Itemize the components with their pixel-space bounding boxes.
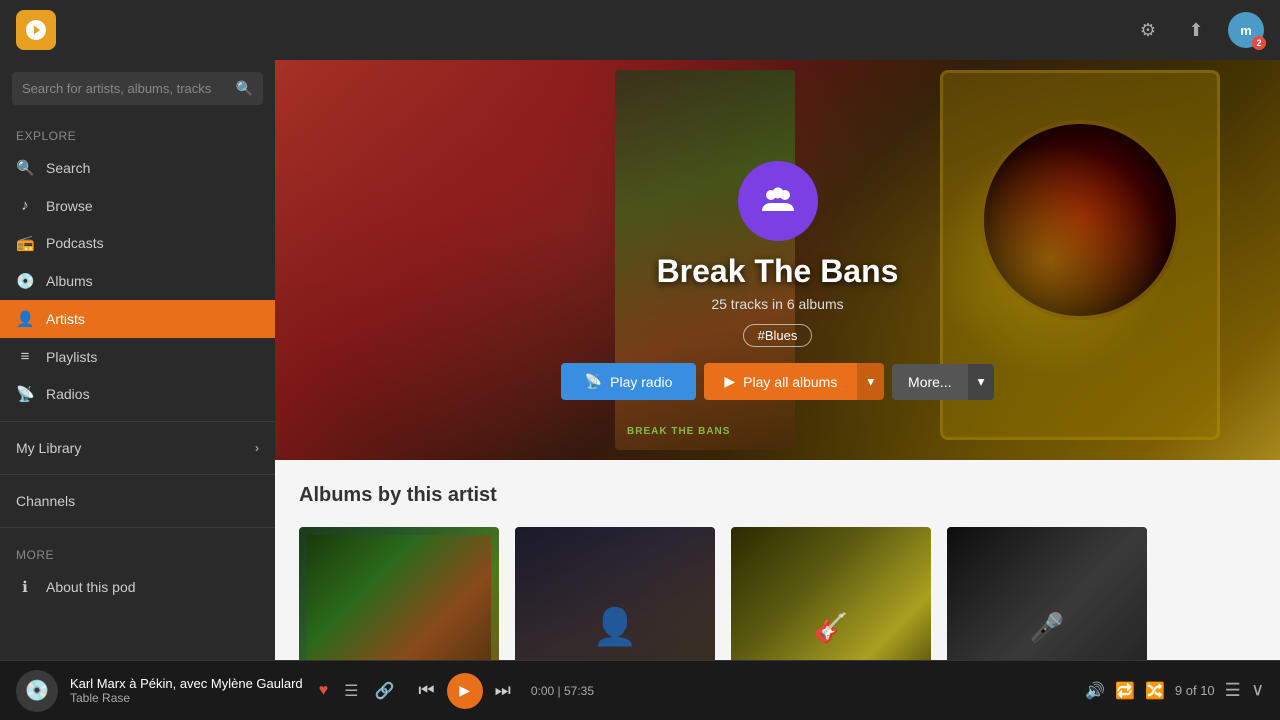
album-art-4: 🎤 bbox=[947, 527, 1147, 660]
search-input[interactable] bbox=[22, 81, 228, 96]
sidebar-item-label: Search bbox=[46, 160, 90, 176]
repeat-button[interactable]: 🔁 bbox=[1115, 681, 1135, 701]
sidebar-item-albums[interactable]: 💿 Albums bbox=[0, 262, 275, 300]
next-button[interactable]: ⏭ bbox=[495, 680, 511, 701]
radios-icon: 📡 bbox=[16, 385, 34, 403]
artist-name: Break The Bans bbox=[528, 253, 1028, 290]
volume-button[interactable]: 🔊 bbox=[1085, 681, 1105, 701]
album-art-1: BREAK THE BANS bbox=[299, 527, 499, 660]
albums-grid: BREAK THE BANS ▶ 👤 ▶ bbox=[299, 527, 1256, 660]
hero-actions: 📡 Play radio ▶ Play all albums ▾ More...… bbox=[528, 363, 1028, 400]
expand-player-button[interactable]: ∧ bbox=[1251, 680, 1264, 701]
sidebar-divider-3 bbox=[0, 527, 275, 528]
sidebar-item-about[interactable]: ℹ About this pod bbox=[0, 568, 275, 606]
user-avatar[interactable]: m 2 bbox=[1228, 12, 1264, 48]
albums-section: Albums by this artist BREAK THE BANS ▶ bbox=[275, 460, 1280, 660]
search-box: 🔍 bbox=[12, 72, 263, 105]
album-card[interactable]: 🎤 ▶ bbox=[947, 527, 1147, 660]
search-nav-icon: 🔍 bbox=[16, 159, 34, 177]
play-pause-button[interactable]: ▶ bbox=[447, 673, 483, 709]
album-card[interactable]: 🎸 ▶ bbox=[731, 527, 931, 660]
more-section-label: More bbox=[0, 536, 275, 568]
play-radio-button[interactable]: 📡 Play radio bbox=[561, 363, 697, 400]
sidebar-item-radios[interactable]: 📡 Radios bbox=[0, 375, 275, 413]
album-thumb-3: 🎸 ▶ bbox=[731, 527, 931, 660]
sidebar-divider-2 bbox=[0, 474, 275, 475]
app-logo[interactable] bbox=[16, 10, 56, 50]
albums-icon: 💿 bbox=[16, 272, 34, 290]
album-card[interactable]: BREAK THE BANS ▶ bbox=[299, 527, 499, 660]
album-thumb-2: 👤 ▶ bbox=[515, 527, 715, 660]
search-icon[interactable]: 🔍 bbox=[236, 80, 253, 97]
shuffle-button[interactable]: 🔀 bbox=[1145, 681, 1165, 701]
favorite-button[interactable]: ♥ bbox=[315, 678, 333, 704]
player-right-controls: 🔊 🔁 🔀 9 of 10 ☰ ∧ bbox=[1085, 680, 1264, 701]
info-icon: ℹ bbox=[16, 578, 34, 596]
artist-tracks: 25 tracks in 6 albums bbox=[528, 296, 1028, 312]
sidebar-item-search[interactable]: 🔍 Search bbox=[0, 149, 275, 187]
more-group: More... ▾ bbox=[892, 364, 994, 400]
artists-icon: 👤 bbox=[16, 310, 34, 328]
sidebar-item-playlists[interactable]: ≡ Playlists bbox=[0, 338, 275, 375]
album-thumb-1: BREAK THE BANS ▶ bbox=[299, 527, 499, 660]
settings-icon[interactable]: ⚙ bbox=[1132, 14, 1164, 46]
sidebar-item-channels[interactable]: Channels bbox=[0, 483, 275, 519]
upload-icon[interactable]: ⬆ bbox=[1180, 14, 1212, 46]
player-artist-name: Table Rase bbox=[70, 691, 303, 705]
playlists-icon: ≡ bbox=[16, 348, 34, 365]
sidebar-item-my-library[interactable]: My Library › bbox=[0, 430, 275, 466]
podcasts-icon: 📻 bbox=[16, 234, 34, 252]
sidebar-item-browse[interactable]: ♪ Browse bbox=[0, 187, 275, 224]
play-all-group: ▶ Play all albums ▾ bbox=[704, 363, 884, 400]
share-button[interactable]: 🔗 bbox=[371, 677, 399, 705]
play-all-dropdown-button[interactable]: ▾ bbox=[857, 363, 884, 400]
sidebar-item-label: Albums bbox=[46, 273, 93, 289]
player-track-name: Karl Marx à Pékin, avec Mylène Gaulard bbox=[70, 676, 303, 691]
player-album-art: 💿 bbox=[16, 670, 58, 712]
player-info: Karl Marx à Pékin, avec Mylène Gaulard T… bbox=[70, 676, 303, 705]
notification-badge: 2 bbox=[1252, 36, 1266, 50]
genre-tag[interactable]: #Blues bbox=[743, 324, 813, 347]
album-art-2: 👤 bbox=[515, 527, 715, 660]
sidebar-item-podcasts[interactable]: 📻 Podcasts bbox=[0, 224, 275, 262]
my-library-label: My Library bbox=[16, 440, 81, 456]
album-art-3: 🎸 bbox=[731, 527, 931, 660]
sidebar-divider-1 bbox=[0, 421, 275, 422]
queue-button[interactable]: ☰ bbox=[340, 677, 362, 705]
bottom-player: 💿 Karl Marx à Pékin, avec Mylène Gaulard… bbox=[0, 660, 1280, 720]
artist-hero: BREAK THE BANS Break The Bans 25 tracks … bbox=[275, 60, 1280, 460]
sidebar-item-label: Radios bbox=[46, 386, 90, 402]
artist-icon bbox=[738, 161, 818, 241]
queue-info: 9 of 10 bbox=[1175, 683, 1215, 698]
channels-label: Channels bbox=[16, 493, 75, 509]
sidebar-item-artists[interactable]: 👤 Artists bbox=[0, 300, 275, 338]
player-action-buttons: ♥ ☰ 🔗 bbox=[315, 677, 399, 705]
album-thumb-4: 🎤 ▶ bbox=[947, 527, 1147, 660]
content-area: BREAK THE BANS Break The Bans 25 tracks … bbox=[275, 60, 1280, 660]
play-icon: ▶ bbox=[724, 373, 735, 390]
radio-icon: 📡 bbox=[585, 373, 602, 390]
browse-icon: ♪ bbox=[16, 197, 34, 214]
top-bar: ⚙ ⬆ m 2 bbox=[0, 0, 1280, 60]
sidebar-item-label: Artists bbox=[46, 311, 85, 327]
sidebar-item-label: Playlists bbox=[46, 349, 97, 365]
about-label: About this pod bbox=[46, 579, 136, 595]
sidebar-item-label: Browse bbox=[46, 198, 93, 214]
albums-section-title: Albums by this artist bbox=[299, 484, 1256, 507]
sidebar-item-label: Podcasts bbox=[46, 235, 104, 251]
player-controls: ⏮ ▶ ⏭ bbox=[418, 673, 510, 709]
hero-content: Break The Bans 25 tracks in 6 albums #Bl… bbox=[528, 161, 1028, 400]
more-dropdown-button[interactable]: ▾ bbox=[968, 364, 995, 400]
chevron-right-icon: › bbox=[255, 441, 259, 455]
play-all-button[interactable]: ▶ Play all albums bbox=[704, 363, 857, 400]
sidebar: 🔍 Explore 🔍 Search ♪ Browse 📻 Podcasts 💿… bbox=[0, 60, 275, 660]
explore-label: Explore bbox=[0, 117, 275, 149]
queue-list-button[interactable]: ☰ bbox=[1225, 680, 1241, 701]
main-layout: 🔍 Explore 🔍 Search ♪ Browse 📻 Podcasts 💿… bbox=[0, 60, 1280, 660]
sidebar-search-container: 🔍 bbox=[0, 60, 275, 117]
player-time: 0:00 | 57:35 bbox=[531, 684, 594, 698]
album-card[interactable]: 👤 ▶ bbox=[515, 527, 715, 660]
more-button[interactable]: More... bbox=[892, 364, 968, 400]
prev-button[interactable]: ⏮ bbox=[418, 680, 434, 701]
